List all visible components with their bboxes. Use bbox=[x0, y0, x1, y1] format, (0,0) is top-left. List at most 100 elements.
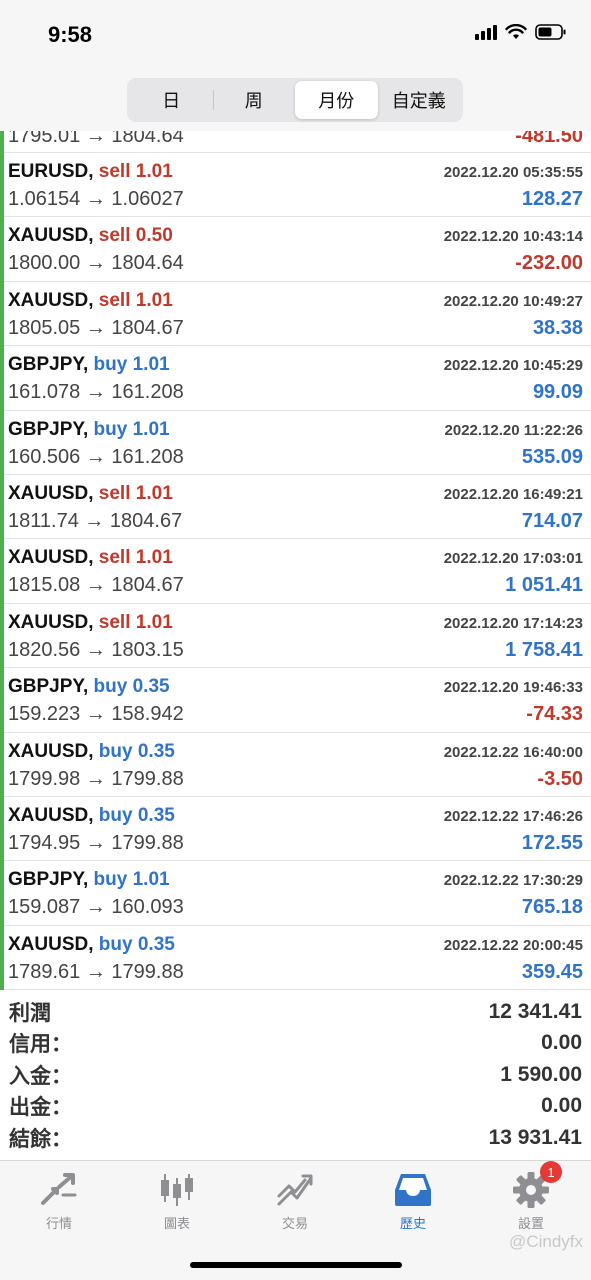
trade-price: 1800.00 → 1804.64 bbox=[8, 252, 184, 275]
trade-volume: 1.01 bbox=[135, 482, 173, 504]
trade-volume: 0.35 bbox=[137, 740, 175, 762]
home-indicator[interactable] bbox=[190, 1262, 402, 1268]
trade-volume: 1.01 bbox=[132, 354, 170, 376]
trade-price: 1820.56 → 1803.15 bbox=[8, 638, 184, 661]
tab-chart[interactable]: 圖表 bbox=[118, 1169, 236, 1232]
candlestick-chart-icon bbox=[157, 1169, 197, 1211]
trade-profit: 359.45 bbox=[521, 960, 583, 983]
history-inbox-icon bbox=[393, 1169, 433, 1211]
trade-symbol: XAUUSD, bbox=[8, 611, 94, 633]
trade-time: 2022.12.22 16:40:00 bbox=[443, 743, 583, 761]
trade-row[interactable]: XAUUSD, buy 0.35 2022.12.22 16:40:00 1799.… bbox=[0, 732, 591, 798]
trade-profit: 535.09 bbox=[521, 445, 583, 468]
trade-row[interactable]: EURUSD, sell 1.01 2022.12.20 05:35:55 1.06… bbox=[0, 153, 591, 218]
watermark: @Cindyfx bbox=[509, 1232, 583, 1251]
period-tab-week[interactable]: 周 bbox=[212, 81, 296, 119]
trade-title: GBPJPY, buy 1.01 bbox=[8, 869, 170, 891]
summary-label: 入金： bbox=[9, 1064, 72, 1088]
status-icons bbox=[475, 24, 567, 40]
trade-profit: 38.38 bbox=[532, 316, 583, 339]
summary-value: 0.00 bbox=[541, 1031, 582, 1055]
trade-row[interactable]: XAUUSD, sell 1.01 2022.12.20 17:14:23 1820… bbox=[0, 603, 591, 669]
trade-time: 2022.12.20 10:49:27 bbox=[443, 292, 583, 310]
tab-chart-label: 圖表 bbox=[163, 1216, 190, 1231]
trade-row[interactable]: GBPJPY, buy 0.35 2022.12.20 19:46:33 159.2… bbox=[0, 668, 591, 733]
summary-label: 信用： bbox=[9, 1033, 72, 1057]
trade-price: 1795.01 → 1804.64 bbox=[8, 131, 184, 147]
trade-time: 2022.12.22 17:46:26 bbox=[443, 807, 583, 825]
trade-title: XAUUSD, buy 0.35 bbox=[8, 805, 175, 827]
trade-row[interactable]: XAUUSD, buy 0.35 2022.12.22 17:46:26 1794.… bbox=[0, 796, 591, 862]
tab-quotes[interactable]: 行情 bbox=[0, 1169, 118, 1232]
settings-gear-icon: 1 bbox=[512, 1161, 562, 1211]
trade-symbol: XAUUSD, bbox=[8, 225, 94, 247]
trade-side: buy bbox=[93, 869, 128, 891]
tab-settings-label: 設置 bbox=[517, 1216, 544, 1231]
trade-profit: 172.55 bbox=[521, 831, 583, 854]
summary-value: 1 590.00 bbox=[500, 1062, 582, 1086]
summary-label: 結餘： bbox=[9, 1127, 72, 1151]
trade-volume: 1.01 bbox=[135, 547, 173, 569]
trade-price: 1805.05 → 1804.67 bbox=[8, 316, 184, 339]
trade-symbol: XAUUSD, bbox=[8, 482, 94, 504]
period-segmented-control: 日 周 月份 自定義 bbox=[127, 78, 463, 122]
trade-profit: 1 051.41 bbox=[505, 574, 583, 597]
trade-symbol: GBPJPY, bbox=[8, 354, 89, 376]
trade-volume: 1.01 bbox=[132, 418, 170, 440]
tab-trade-label: 交易 bbox=[281, 1216, 308, 1231]
trade-price: 161.078 → 161.208 bbox=[8, 381, 184, 404]
trade-time: 2022.12.20 05:35:55 bbox=[443, 164, 583, 181]
tab-history-label: 歷史 bbox=[399, 1216, 426, 1231]
period-tab-month[interactable]: 月份 bbox=[295, 81, 378, 119]
tab-history[interactable]: 歷史 bbox=[354, 1169, 472, 1232]
trade-row[interactable]: 1795.01 → 1804.64 -481.50 bbox=[0, 131, 591, 153]
trade-side: sell bbox=[98, 225, 131, 247]
trade-title: EURUSD, sell 1.01 bbox=[8, 161, 173, 183]
trade-title: XAUUSD, sell 0.50 bbox=[8, 225, 173, 247]
summary-value: 13 931.41 bbox=[488, 1125, 582, 1149]
trade-row[interactable]: GBPJPY, buy 1.01 2022.12.20 11:22:26 160.5… bbox=[0, 410, 591, 476]
trade-row[interactable]: XAUUSD, sell 1.01 2022.12.20 17:03:01 1815… bbox=[0, 539, 591, 605]
trade-row[interactable]: XAUUSD, sell 1.01 2022.12.20 10:49:27 1805… bbox=[0, 281, 591, 347]
trade-row[interactable]: XAUUSD, sell 1.01 2022.12.20 16:49:21 1811… bbox=[0, 474, 591, 540]
summary-label: 利潤 bbox=[9, 1001, 51, 1025]
summary-row: 結餘： 13 931.41 bbox=[0, 1122, 591, 1154]
tab-quotes-label: 行情 bbox=[45, 1216, 72, 1231]
trade-side: buy bbox=[93, 418, 128, 440]
trade-symbol: XAUUSD, bbox=[8, 547, 94, 569]
trade-history-list[interactable]: 1795.01 → 1804.64 -481.50 EURUSD, sell 1.0… bbox=[0, 131, 591, 991]
trade-side: sell bbox=[98, 611, 131, 633]
wifi-icon bbox=[505, 24, 527, 40]
trade-row[interactable]: GBPJPY, buy 1.01 2022.12.20 10:45:29 161.0… bbox=[0, 346, 591, 411]
tab-settings[interactable]: 1 設置 bbox=[472, 1161, 590, 1232]
trade-profit: -74.33 bbox=[526, 703, 583, 726]
trade-side: sell bbox=[98, 547, 131, 569]
trade-row[interactable]: XAUUSD, buy 0.35 2022.12.22 20:00:45 1789.… bbox=[0, 925, 591, 991]
trade-profit: 1 758.41 bbox=[505, 638, 583, 661]
period-header: 日 周 月份 自定義 bbox=[0, 70, 591, 131]
trade-side: buy bbox=[93, 354, 128, 376]
summary-row: 入金： 1 590.00 bbox=[0, 1059, 591, 1091]
period-tab-day[interactable]: 日 bbox=[130, 81, 213, 119]
trade-side: sell bbox=[98, 161, 131, 182]
trade-volume: 0.35 bbox=[132, 676, 170, 698]
trade-volume: 0.35 bbox=[137, 933, 175, 955]
trade-side: buy bbox=[93, 676, 128, 698]
trade-row[interactable]: GBPJPY, buy 1.01 2022.12.22 17:30:29 159.0… bbox=[0, 861, 591, 927]
trade-time: 2022.12.20 10:45:29 bbox=[443, 357, 583, 375]
trade-time: 2022.12.20 10:43:14 bbox=[443, 228, 583, 246]
trade-symbol: GBPJPY, bbox=[8, 418, 89, 440]
trade-symbol: EURUSD, bbox=[8, 161, 94, 182]
trade-side: buy bbox=[98, 740, 133, 762]
summary-row: 信用： 0.00 bbox=[0, 1028, 591, 1060]
period-tab-custom[interactable]: 自定義 bbox=[378, 81, 461, 119]
settings-badge: 1 bbox=[540, 1161, 562, 1183]
tab-trade[interactable]: 交易 bbox=[236, 1169, 354, 1232]
trade-price: 1811.74 → 1804.67 bbox=[8, 509, 183, 532]
trade-symbol: GBPJPY, bbox=[8, 869, 89, 891]
trade-title: GBPJPY, buy 0.35 bbox=[8, 676, 170, 698]
battery-icon bbox=[535, 24, 567, 40]
trade-price: 1799.98 → 1799.88 bbox=[8, 767, 184, 790]
trade-row[interactable]: XAUUSD, sell 0.50 2022.12.20 10:43:14 1800… bbox=[0, 217, 591, 283]
trade-volume: 1.01 bbox=[135, 161, 173, 182]
